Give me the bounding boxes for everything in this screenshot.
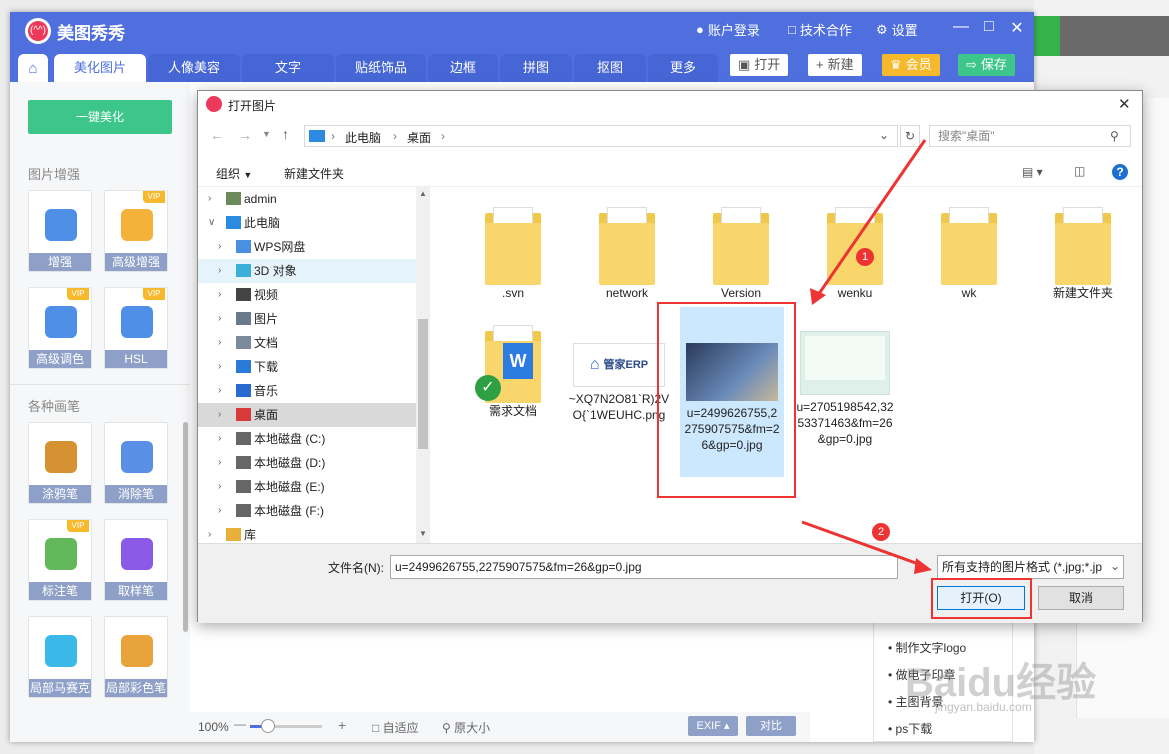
annotation-arrow-2 [801, 520, 925, 568]
arrowhead-2 [914, 558, 932, 574]
annotation-arrow-1 [814, 139, 927, 299]
arrowhead-1 [810, 288, 826, 305]
annotation-arrows [801, 139, 932, 574]
